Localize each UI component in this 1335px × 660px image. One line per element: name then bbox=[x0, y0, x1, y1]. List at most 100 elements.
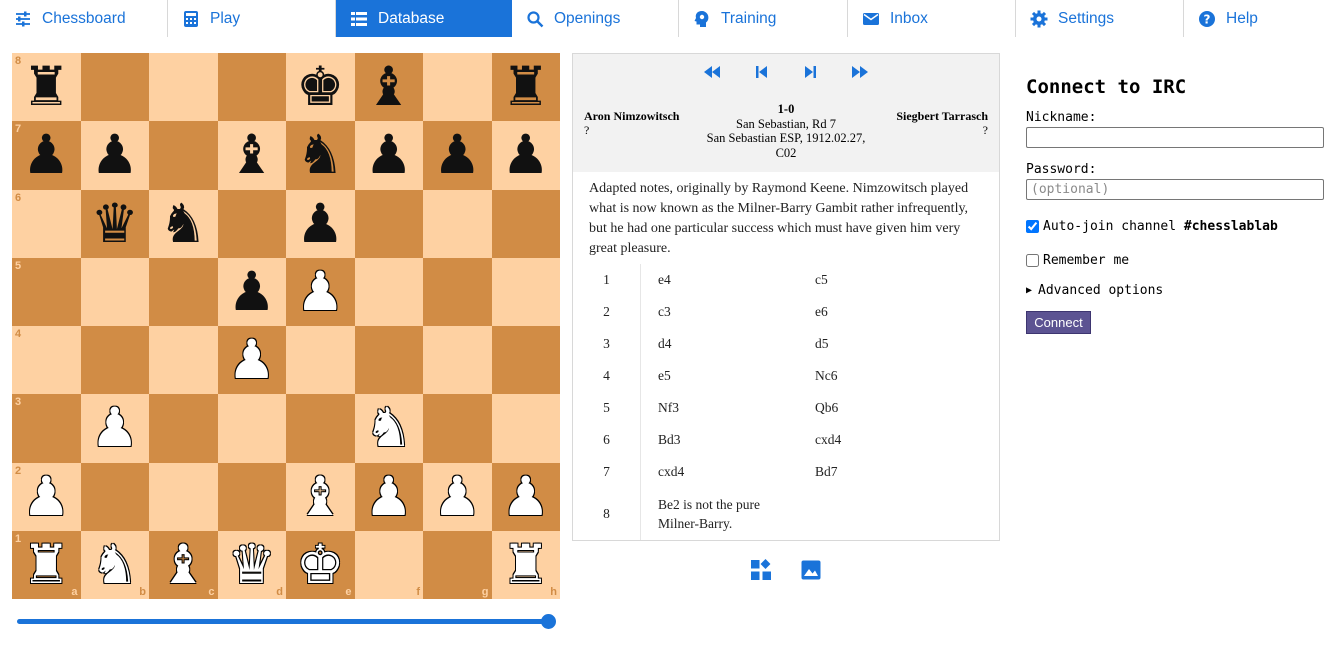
white-move[interactable]: cxd4 bbox=[641, 464, 815, 480]
white-knight-piece[interactable]: ♞ bbox=[365, 401, 413, 455]
square-e7[interactable]: ♞ bbox=[286, 121, 355, 190]
password-input[interactable] bbox=[1026, 179, 1324, 200]
black-knight-piece[interactable]: ♞ bbox=[296, 128, 344, 182]
square-a1[interactable]: 1 a ♜ bbox=[12, 530, 81, 599]
remember-checkbox[interactable] bbox=[1026, 253, 1039, 267]
white-pawn-piece[interactable]: ♟ bbox=[22, 469, 70, 524]
white-pawn-piece[interactable]: ♟ bbox=[228, 333, 276, 387]
square-e1[interactable]: e ♚ bbox=[286, 530, 355, 599]
black-move[interactable]: Nc6 bbox=[815, 368, 965, 384]
square-b6[interactable]: ♛ bbox=[80, 189, 149, 258]
white-rook-piece[interactable]: ♜ bbox=[502, 537, 550, 592]
move-slider-thumb[interactable] bbox=[540, 614, 556, 629]
black-pawn-piece[interactable]: ♟ bbox=[296, 196, 344, 251]
square-b4[interactable] bbox=[80, 326, 149, 395]
square-d8[interactable] bbox=[217, 53, 286, 122]
black-pawn-piece[interactable]: ♟ bbox=[91, 128, 139, 182]
black-bishop-piece[interactable]: ♝ bbox=[365, 60, 413, 114]
black-move[interactable]: Qb6 bbox=[815, 400, 965, 416]
white-move[interactable]: Nf3 bbox=[641, 400, 815, 416]
square-g4[interactable] bbox=[423, 326, 492, 395]
square-c1[interactable]: c ♝ bbox=[149, 530, 218, 599]
black-pawn-piece[interactable]: ♟ bbox=[22, 128, 70, 182]
nav-settings[interactable]: Settings bbox=[1016, 0, 1184, 37]
white-move[interactable]: c3 bbox=[641, 304, 815, 320]
square-g8[interactable] bbox=[423, 53, 492, 122]
square-b8[interactable] bbox=[80, 53, 149, 122]
black-rook-piece[interactable]: ♜ bbox=[22, 60, 70, 114]
black-bishop-piece[interactable]: ♝ bbox=[228, 128, 276, 182]
black-king-piece[interactable]: ♚ bbox=[296, 60, 344, 114]
square-f1[interactable]: f bbox=[354, 530, 423, 599]
square-c2[interactable] bbox=[149, 462, 218, 531]
square-a4[interactable]: 4 bbox=[12, 326, 81, 395]
square-g5[interactable] bbox=[423, 257, 492, 326]
black-pawn-piece[interactable]: ♟ bbox=[228, 264, 276, 319]
white-pawn-piece[interactable]: ♟ bbox=[296, 264, 344, 319]
square-d3[interactable] bbox=[217, 394, 286, 463]
nav-training[interactable]: Training bbox=[679, 0, 848, 37]
black-knight-piece[interactable]: ♞ bbox=[159, 196, 207, 251]
white-rook-piece[interactable]: ♜ bbox=[22, 537, 70, 592]
connect-button[interactable]: Connect bbox=[1026, 311, 1091, 334]
advanced-options-toggle[interactable]: ▶ Advanced options bbox=[1026, 281, 1326, 299]
white-bishop-piece[interactable]: ♝ bbox=[159, 537, 207, 592]
black-rook-piece[interactable]: ♜ bbox=[502, 60, 550, 114]
square-a2[interactable]: 2 ♟ bbox=[12, 462, 81, 531]
square-h8[interactable]: ♜ bbox=[491, 53, 560, 122]
square-d6[interactable] bbox=[217, 189, 286, 258]
white-knight-piece[interactable]: ♞ bbox=[91, 537, 139, 592]
square-g7[interactable]: ♟ bbox=[423, 121, 492, 190]
black-pawn-piece[interactable]: ♟ bbox=[502, 128, 550, 182]
square-c5[interactable] bbox=[149, 257, 218, 326]
square-h2[interactable]: ♟ bbox=[491, 462, 560, 531]
square-e3[interactable] bbox=[286, 394, 355, 463]
square-f3[interactable]: ♞ bbox=[354, 394, 423, 463]
square-h3[interactable] bbox=[491, 394, 560, 463]
first-move-button[interactable] bbox=[701, 64, 723, 80]
square-d1[interactable]: d ♛ bbox=[217, 530, 286, 599]
square-a8[interactable]: 8 ♜ bbox=[12, 53, 81, 122]
white-move[interactable]: e4 bbox=[641, 272, 815, 288]
square-e8[interactable]: ♚ bbox=[286, 53, 355, 122]
square-e4[interactable] bbox=[286, 326, 355, 395]
white-pawn-piece[interactable]: ♟ bbox=[91, 401, 139, 455]
square-b5[interactable] bbox=[80, 257, 149, 326]
white-move[interactable]: e5 bbox=[641, 368, 815, 384]
square-b1[interactable]: b ♞ bbox=[80, 530, 149, 599]
square-b7[interactable]: ♟ bbox=[80, 121, 149, 190]
square-f4[interactable] bbox=[354, 326, 423, 395]
square-f6[interactable] bbox=[354, 189, 423, 258]
nav-database[interactable]: Database bbox=[336, 0, 512, 37]
square-h6[interactable] bbox=[491, 189, 560, 258]
square-g6[interactable] bbox=[423, 189, 492, 258]
last-move-button[interactable] bbox=[849, 64, 871, 80]
square-f5[interactable] bbox=[354, 257, 423, 326]
white-pawn-piece[interactable]: ♟ bbox=[502, 469, 550, 524]
square-g1[interactable]: g bbox=[423, 530, 492, 599]
square-a6[interactable]: 6 bbox=[12, 189, 81, 258]
square-b3[interactable]: ♟ bbox=[80, 394, 149, 463]
nav-help[interactable]: ? Help bbox=[1184, 0, 1335, 37]
square-a3[interactable]: 3 bbox=[12, 394, 81, 463]
black-queen-piece[interactable]: ♛ bbox=[91, 196, 139, 251]
square-h4[interactable] bbox=[491, 326, 560, 395]
white-pawn-piece[interactable]: ♟ bbox=[365, 469, 413, 524]
nickname-input[interactable] bbox=[1026, 127, 1324, 148]
square-a7[interactable]: 7 ♟ bbox=[12, 121, 81, 190]
square-f2[interactable]: ♟ bbox=[354, 462, 423, 531]
square-g2[interactable]: ♟ bbox=[423, 462, 492, 531]
autojoin-checkbox[interactable] bbox=[1026, 219, 1039, 233]
square-d5[interactable]: ♟ bbox=[217, 257, 286, 326]
square-f7[interactable]: ♟ bbox=[354, 121, 423, 190]
nav-play[interactable]: Play bbox=[168, 0, 336, 37]
nav-openings[interactable]: Openings bbox=[512, 0, 679, 37]
white-queen-piece[interactable]: ♛ bbox=[228, 537, 276, 592]
next-move-button[interactable] bbox=[799, 64, 821, 80]
square-c7[interactable] bbox=[149, 121, 218, 190]
square-h5[interactable] bbox=[491, 257, 560, 326]
widgets-button[interactable] bbox=[750, 559, 772, 581]
square-c6[interactable]: ♞ bbox=[149, 189, 218, 258]
square-d7[interactable]: ♝ bbox=[217, 121, 286, 190]
square-d4[interactable]: ♟ bbox=[217, 326, 286, 395]
